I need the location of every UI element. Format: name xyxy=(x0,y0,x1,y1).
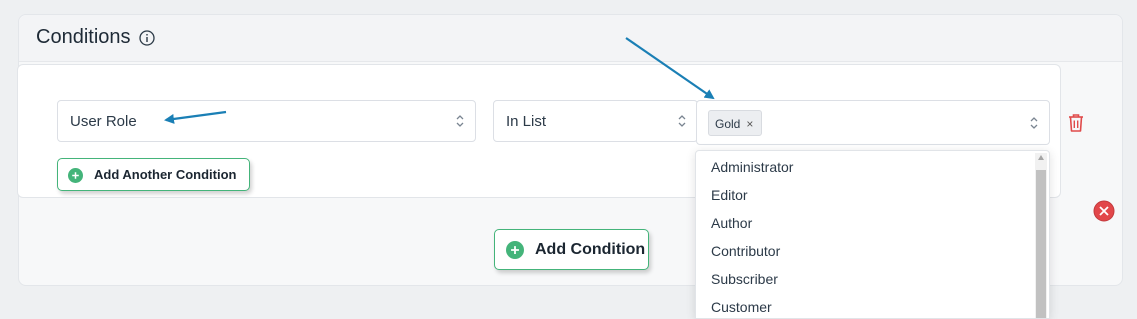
add-condition-button[interactable]: Add Condition xyxy=(494,229,649,270)
operator-select[interactable]: In List xyxy=(493,100,698,142)
value-tag: Gold × xyxy=(708,110,763,136)
panel-title: Conditions xyxy=(36,26,131,48)
dropdown-option[interactable]: Customer xyxy=(711,299,772,315)
trash-icon[interactable] xyxy=(1067,113,1085,133)
plus-circle-icon xyxy=(506,241,524,259)
updown-chevron-icon xyxy=(1030,117,1038,129)
updown-chevron-icon xyxy=(678,115,686,127)
values-dropdown: Administrator Editor Author Contributor … xyxy=(695,150,1050,319)
updown-chevron-icon xyxy=(456,115,464,127)
dropdown-scrollbar-thumb[interactable] xyxy=(1036,170,1046,318)
dropdown-option[interactable]: Author xyxy=(711,215,752,231)
field-select[interactable]: User Role xyxy=(57,100,476,142)
info-circle-icon[interactable] xyxy=(139,30,155,46)
tag-remove-icon[interactable]: × xyxy=(746,117,753,131)
value-tag-label: Gold xyxy=(715,117,741,131)
dropdown-option[interactable]: Subscriber xyxy=(711,271,778,287)
add-another-condition-button[interactable]: Add Another Condition xyxy=(57,158,250,191)
add-another-condition-label: Add Another Condition xyxy=(94,167,237,182)
dropdown-option[interactable]: Contributor xyxy=(711,243,780,259)
scroll-up-arrow-icon[interactable] xyxy=(1038,155,1044,160)
add-condition-label: Add Condition xyxy=(535,241,646,258)
panel-header: Conditions xyxy=(19,15,1122,62)
remove-group-icon[interactable] xyxy=(1093,200,1115,222)
plus-circle-icon xyxy=(68,168,83,183)
values-multiselect[interactable]: Gold × xyxy=(696,100,1050,145)
field-select-value: User Role xyxy=(70,113,137,130)
operator-select-value: In List xyxy=(506,113,547,130)
dropdown-option[interactable]: Editor xyxy=(711,187,748,203)
dropdown-option[interactable]: Administrator xyxy=(711,159,793,175)
